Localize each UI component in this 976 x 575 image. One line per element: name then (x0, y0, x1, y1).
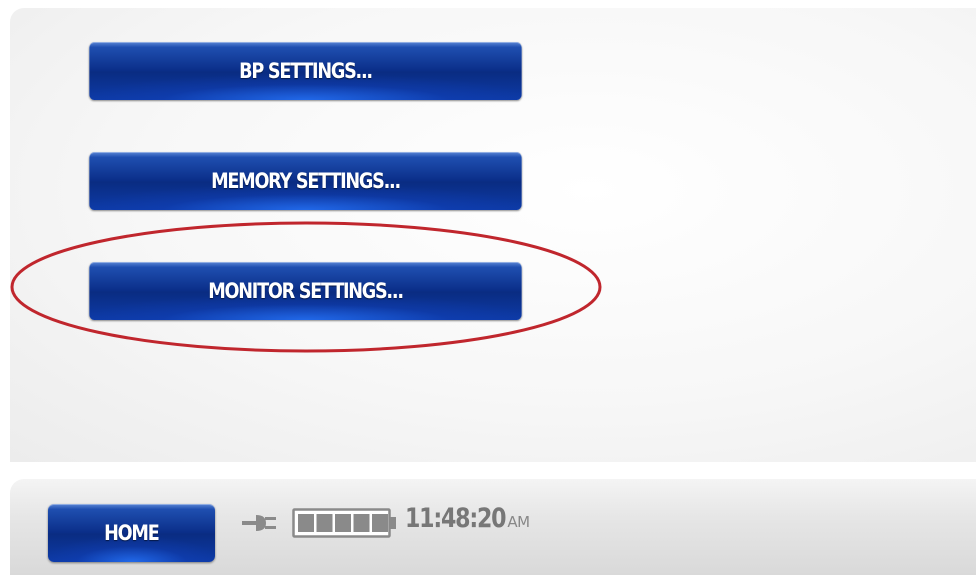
monitor-settings-button[interactable]: MONITOR SETTINGS... (89, 262, 522, 320)
monitor-settings-label: MONITOR SETTINGS... (208, 279, 404, 303)
clock: 11:48:20 AM (405, 503, 530, 543)
bp-settings-button[interactable]: BP SETTINGS... (89, 42, 522, 100)
home-button[interactable]: HOME (48, 504, 215, 562)
battery-cells (298, 514, 388, 532)
memory-settings-button[interactable]: MEMORY SETTINGS... (89, 152, 522, 210)
battery-cell (298, 514, 314, 532)
memory-settings-label: MEMORY SETTINGS... (211, 169, 401, 193)
clock-time: 11:48:20 (405, 503, 507, 534)
battery-icon (292, 508, 396, 538)
battery-cell (316, 514, 333, 532)
clock-ampm: AM (507, 513, 530, 531)
battery-cell (372, 514, 388, 532)
battery-cell (335, 514, 351, 532)
device-screen: BP SETTINGS... MEMORY SETTINGS... MONITO… (0, 0, 976, 575)
plug-icon (242, 515, 276, 531)
home-button-label: HOME (104, 521, 160, 545)
battery-cell (353, 514, 370, 532)
bp-settings-label: BP SETTINGS... (239, 59, 373, 83)
